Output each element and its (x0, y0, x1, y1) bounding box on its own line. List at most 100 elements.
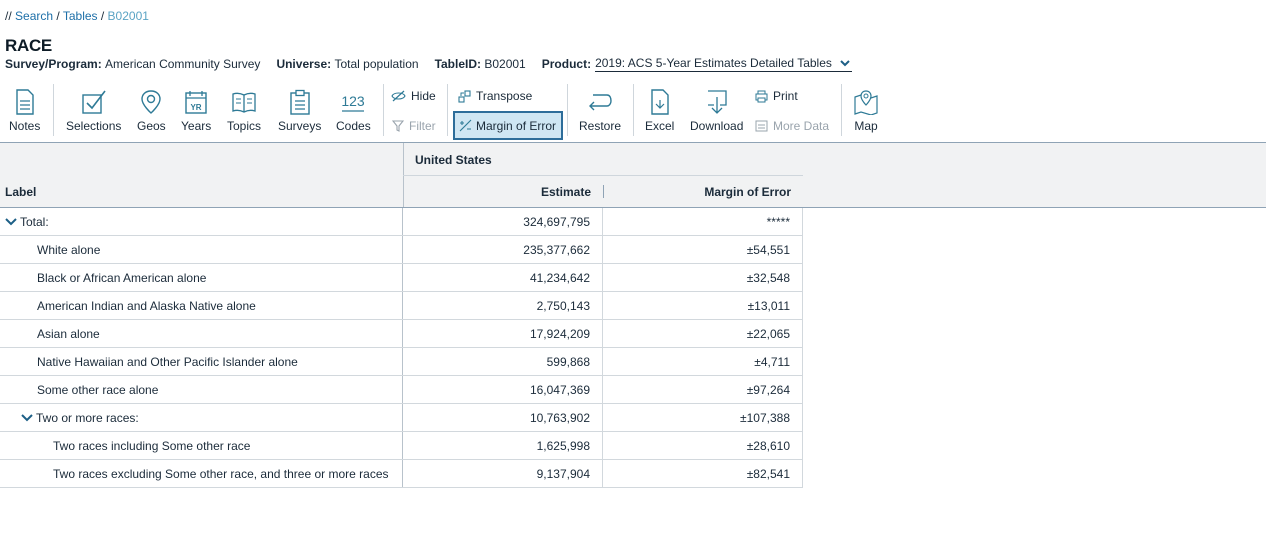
row-label: Black or African American alone (37, 270, 207, 285)
calendar-icon: YR (185, 91, 207, 114)
estimate-cell: 235,377,662 (403, 236, 603, 263)
transpose-icon (458, 89, 471, 103)
map-label: Map (854, 119, 878, 133)
moe-cell: ±13,011 (603, 292, 803, 319)
table-meta: Survey/Program: American Community Surve… (5, 56, 852, 72)
row-label-cell: White alone (0, 236, 403, 263)
print-button[interactable]: Print (755, 89, 798, 103)
estimate-cell: 324,697,795 (403, 208, 603, 235)
excel-button[interactable]: Excel (645, 89, 674, 133)
plus-minus-icon (459, 119, 472, 132)
moe-cell: ±4,711 (603, 348, 803, 375)
toolbar-divider (53, 84, 54, 136)
tableid-value: B02001 (484, 57, 526, 71)
download-icon (707, 90, 727, 114)
years-icon-text: YR (191, 103, 202, 112)
filter-button[interactable]: Filter (392, 119, 436, 133)
row-label-cell: Black or African American alone (0, 264, 403, 291)
hide-label: Hide (411, 89, 436, 103)
row-label-cell: Asian alone (0, 320, 403, 347)
margin-of-error-label: Margin of Error (476, 118, 557, 133)
moe-cell: ±22,065 (603, 320, 803, 347)
row-label-cell: Two races excluding Some other race, and… (0, 460, 403, 487)
moe-column-header[interactable]: Margin of Error (603, 176, 803, 207)
breadcrumb-search-link[interactable]: Search (15, 9, 53, 23)
map-pin-icon (141, 90, 162, 114)
surveys-button[interactable]: Surveys (278, 89, 321, 133)
topics-button[interactable]: Topics (227, 89, 261, 133)
transpose-label: Transpose (476, 89, 533, 103)
excel-icon (650, 89, 669, 115)
more-data-icon (755, 120, 768, 132)
book-icon (232, 92, 256, 113)
selections-label: Selections (66, 119, 122, 133)
selections-button[interactable]: Selections (66, 89, 121, 133)
moe-cell: ±28,610 (603, 432, 803, 459)
estimate-cell: 41,234,642 (403, 264, 603, 291)
estimate-cell: 10,763,902 (403, 404, 603, 431)
product-label: Product: (541, 57, 592, 71)
moe-cell: ±97,264 (603, 376, 803, 403)
table-row: Native Hawaiian and Other Pacific Island… (0, 348, 803, 376)
row-label: Two or more races: (36, 410, 139, 425)
codes-icon-text: 123 (342, 93, 366, 109)
clipboard-icon (289, 89, 310, 115)
print-label: Print (773, 89, 798, 103)
years-label: Years (181, 119, 212, 133)
transpose-button[interactable]: Transpose (458, 89, 532, 103)
geography-header[interactable]: United States (403, 143, 803, 176)
toolbar-divider (383, 84, 384, 136)
download-button[interactable]: Download (690, 89, 743, 133)
row-label-cell: Some other race alone (0, 376, 403, 403)
toolbar-divider (841, 84, 842, 136)
codes-button[interactable]: 123 Codes (336, 89, 371, 133)
map-icon (854, 90, 878, 115)
product-value: 2019: ACS 5-Year Estimates Detailed Tabl… (595, 56, 832, 70)
breadcrumb-tables-link[interactable]: Tables (63, 9, 98, 23)
row-label-cell: American Indian and Alaska Native alone (0, 292, 403, 319)
table-row: White alone 235,377,662 ±54,551 (0, 236, 803, 264)
product-select[interactable]: 2019: ACS 5-Year Estimates Detailed Tabl… (595, 56, 852, 72)
map-button[interactable]: Map (853, 89, 879, 133)
geos-button[interactable]: Geos (137, 89, 166, 133)
survey-label: Survey/Program: (5, 57, 102, 71)
toolbar-divider (567, 84, 568, 136)
row-label-cell: Native Hawaiian and Other Pacific Island… (0, 348, 403, 375)
geos-label: Geos (137, 119, 166, 133)
collapse-toggle[interactable] (4, 215, 18, 229)
restore-button[interactable]: Restore (579, 89, 621, 133)
row-label: Two races including Some other race (53, 438, 251, 453)
table-body: Total: 324,697,795 ***** White alone 235… (0, 208, 803, 488)
margin-of-error-toggle[interactable]: Margin of Error (453, 111, 563, 140)
row-label-cell: Total: (0, 208, 403, 235)
download-label: Download (690, 119, 744, 133)
estimate-cell: 9,137,904 (403, 460, 603, 487)
breadcrumb-separator: / (53, 9, 63, 23)
checkbox-icon (81, 90, 106, 114)
chevron-down-icon (21, 413, 33, 421)
notes-icon (15, 89, 34, 115)
chevron-down-icon (5, 217, 17, 225)
chevron-down-icon (840, 60, 850, 67)
restore-icon (589, 94, 612, 111)
table-row: Asian alone 17,924,209 ±22,065 (0, 320, 803, 348)
breadcrumb-separator: / (97, 9, 108, 23)
table-row: American Indian and Alaska Native alone … (0, 292, 803, 320)
moe-cell: ±82,541 (603, 460, 803, 487)
universe-label: Universe: (276, 57, 332, 71)
collapse-toggle[interactable] (20, 411, 34, 425)
years-button[interactable]: YR Years (181, 89, 211, 133)
table-row: Black or African American alone 41,234,6… (0, 264, 803, 292)
breadcrumb-prefix: // (5, 9, 16, 23)
notes-label: Notes (9, 119, 41, 133)
notes-button[interactable]: Notes (9, 89, 40, 133)
row-label: White alone (37, 242, 101, 257)
more-data-button[interactable]: More Data (755, 119, 829, 133)
hide-button[interactable]: Hide (391, 89, 436, 103)
survey-value: American Community Survey (105, 57, 261, 71)
estimate-column-header[interactable]: Estimate (403, 176, 603, 207)
eye-slash-icon (391, 90, 406, 102)
estimate-cell: 17,924,209 (403, 320, 603, 347)
row-label: Total: (20, 214, 49, 229)
table-row: Two races including Some other race 1,62… (0, 432, 803, 460)
